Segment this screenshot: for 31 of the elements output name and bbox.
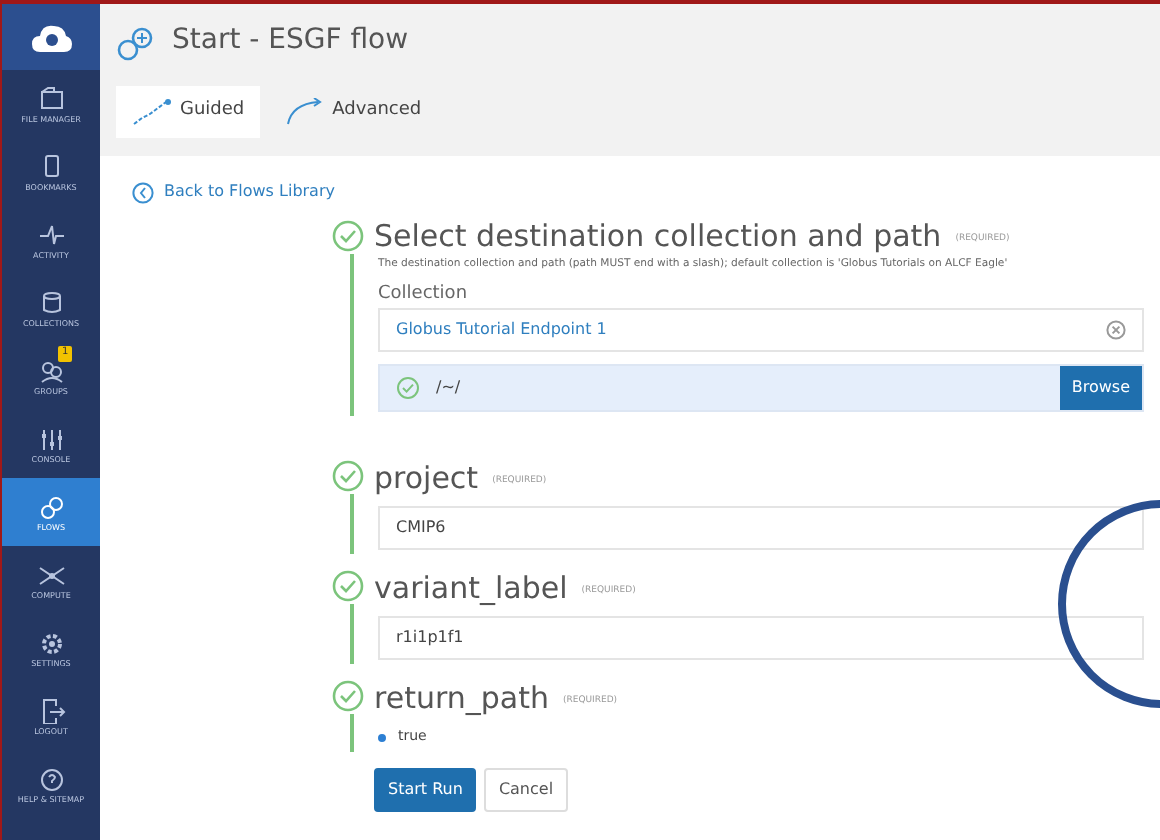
browse-button[interactable]: Browse [1059,366,1142,411]
curve-arrow-icon [284,98,325,126]
gear-icon [37,629,65,655]
step-title: Select destination collection and path [374,220,942,254]
step-title: variant_label [374,571,568,605]
folder-icon [37,85,65,111]
sliders-icon [37,425,65,451]
tab[interactable]: Guided [116,86,261,138]
clear-icon [1106,320,1126,341]
check-circle-icon [396,376,420,401]
database-icon [37,289,65,315]
network-icon [37,561,65,587]
radio-button[interactable] [378,733,386,742]
back-link[interactable]: Back to Flows Library [132,180,1160,204]
field-label: Collection [378,281,470,308]
step-title: return_path [374,681,549,715]
page-title: Start - ESGF flow [172,22,409,60]
back-circle-icon [132,181,154,203]
help-icon [37,765,65,791]
tab[interactable]: Advanced [268,86,438,138]
people-icon [37,357,65,383]
text-field[interactable]: CMIP6 [378,506,1144,551]
logout-icon [37,697,65,723]
step-title: project [374,461,479,495]
start-button[interactable]: Start Run [374,767,477,812]
path-field[interactable]: /~/ Browse [378,364,1144,413]
cancel-button[interactable]: Cancel [484,767,568,812]
collection-field[interactable]: Globus Tutorial Endpoint 1 [378,308,1144,353]
pulse-icon [37,221,65,247]
text-field[interactable]: r1i1p1f1 [378,616,1144,661]
circles-icon [37,493,65,519]
